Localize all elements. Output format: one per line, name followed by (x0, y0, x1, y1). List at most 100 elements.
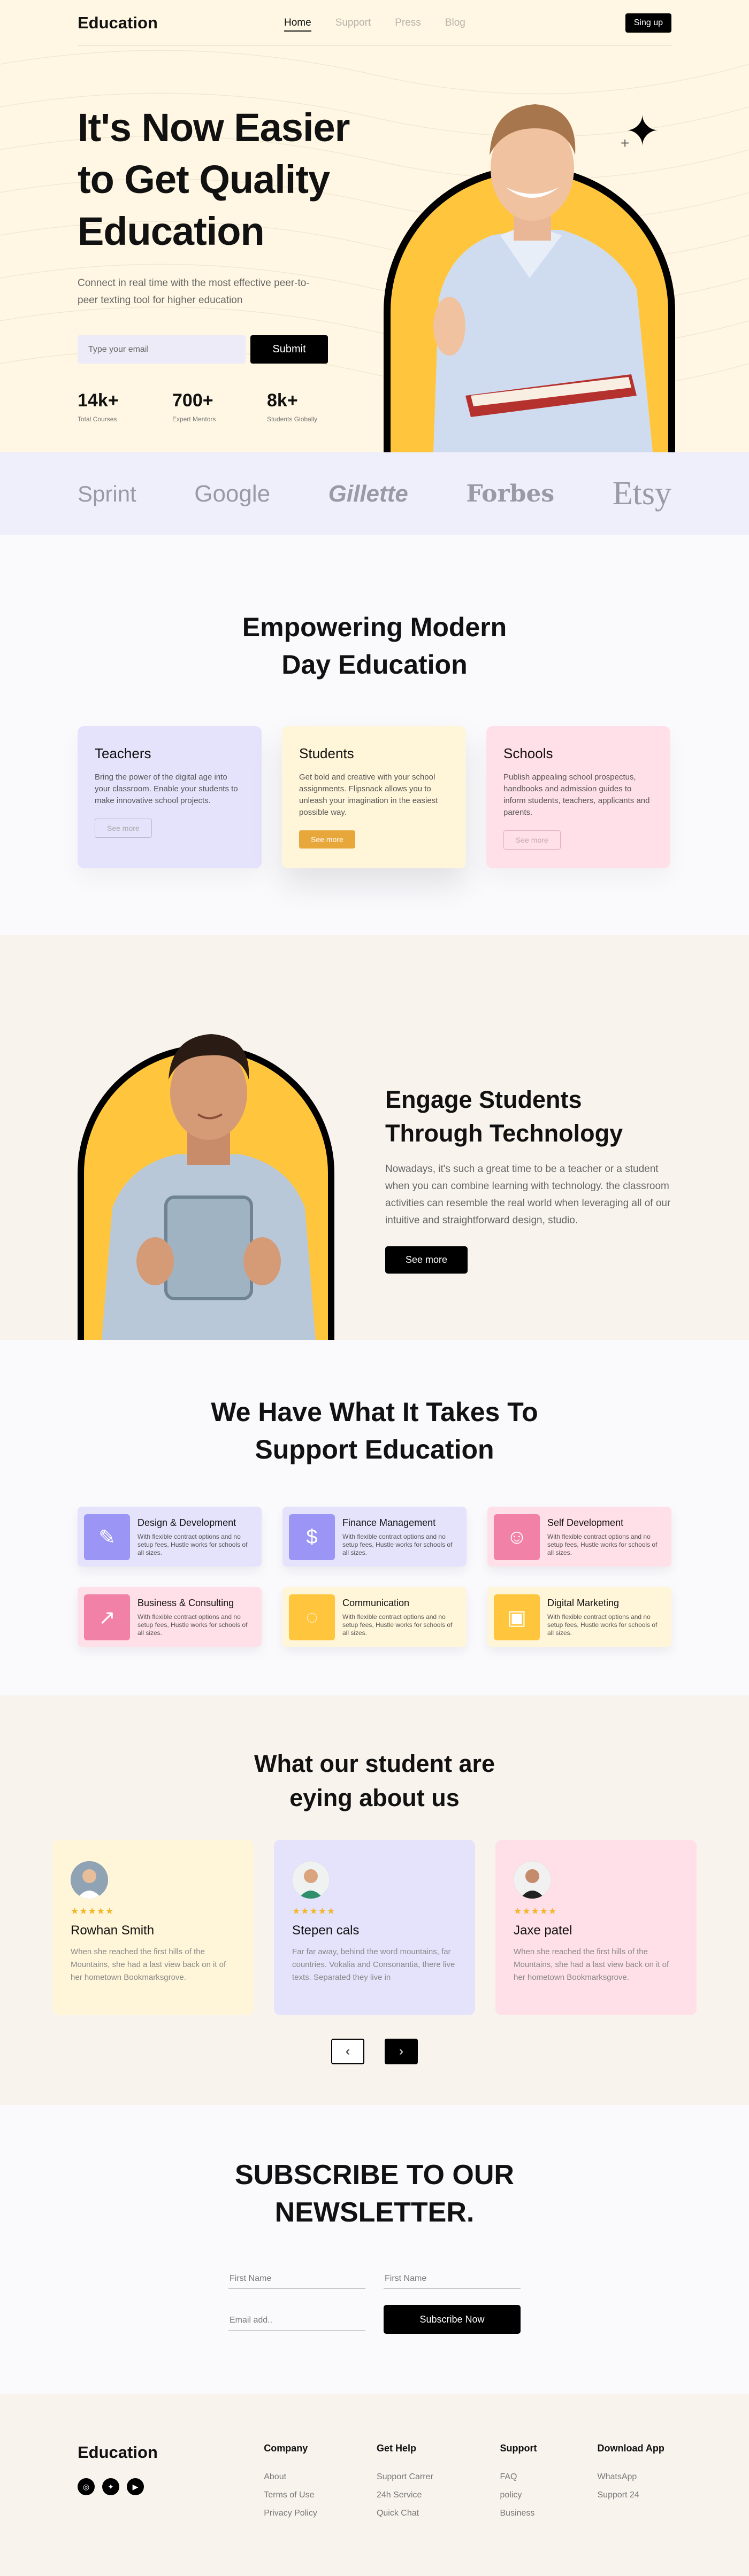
signup-button[interactable]: Sing up (625, 13, 671, 33)
nav-link-home[interactable]: Home (284, 17, 311, 32)
brands-bar: Sprint Google Gillette Forbes Etsy (0, 452, 749, 535)
nav-link-press[interactable]: Press (395, 17, 421, 32)
next-arrow-icon[interactable]: › (385, 2039, 418, 2064)
brand-etsy-logo: Etsy (612, 475, 671, 512)
footer-link[interactable]: Support 24 (598, 2490, 672, 2500)
chart-icon: ↗ (84, 1594, 130, 1640)
stat-mentors: 700+ Expert Mentors (172, 390, 267, 423)
testimonials-title: What our student are eying about us (254, 1750, 495, 1811)
footer-brand: Education ◎ ✦ ▶ (78, 2443, 264, 2527)
avatar (292, 1861, 330, 1899)
see-more-button[interactable]: See more (95, 819, 152, 838)
sparkle-icon: ✦ (625, 107, 660, 155)
footer-column-support: Support FAQ policy Business (500, 2443, 597, 2527)
engage-description: Nowadays, it's such a great time to be a… (385, 1163, 671, 1226)
rating-stars: ★★★★★ (71, 1906, 114, 1916)
stat-value: 8k+ (267, 390, 298, 411)
testimonial-text: When she reached the first hills of the … (514, 1947, 669, 1982)
nav-links: Home Support Press Blog (284, 17, 465, 32)
footer-link[interactable]: WhatsApp (598, 2472, 672, 2482)
brand-forbes-logo: Forbes (466, 480, 555, 507)
carousel-controls: ‹ › (0, 2039, 749, 2064)
footer-link[interactable]: 24h Service (377, 2490, 500, 2500)
stat-value: 700+ (172, 390, 213, 411)
empower-title: Empowering Modern Day Education (242, 612, 507, 680)
service-text: With flexible contract options and no se… (137, 1613, 248, 1637)
hero-email-input[interactable] (78, 335, 246, 364)
social-links: ◎ ✦ ▶ (78, 2478, 264, 2495)
footer-link[interactable]: Privacy Policy (264, 2509, 377, 2518)
card-title: Schools (503, 745, 553, 761)
service-title: Digital Marketing (547, 1598, 620, 1608)
engage-see-more-button[interactable]: See more (385, 1246, 468, 1274)
hero-submit-button[interactable]: Submit (250, 335, 328, 364)
footer-link[interactable]: policy (500, 2490, 597, 2500)
footer-logo[interactable]: Education (78, 2443, 264, 2462)
service-finance-management[interactable]: $ Finance Management With flexible contra… (282, 1507, 467, 1567)
service-self-development[interactable]: ☺ Self Development With flexible contract… (487, 1507, 671, 1567)
card-title: Students (299, 745, 354, 761)
see-more-button[interactable]: See more (503, 830, 561, 850)
logo[interactable]: Education (78, 13, 158, 33)
service-title: Self Development (547, 1517, 624, 1528)
top-nav: Education Home Support Press Blog Sing u… (78, 0, 671, 46)
email-input[interactable] (228, 2310, 365, 2331)
first-name-input-2[interactable] (384, 2269, 521, 2289)
see-more-button[interactable]: See more (299, 830, 355, 849)
card-teachers: Teachers Bring the power of the digital … (78, 726, 262, 868)
service-communication[interactable]: ◌ Communication With flexible contract op… (282, 1587, 467, 1647)
footer-link[interactable]: Support Carrer (377, 2472, 500, 2482)
prev-arrow-icon[interactable]: ‹ (331, 2039, 364, 2064)
footer-column-company: Company About Terms of Use Privacy Polic… (264, 2443, 377, 2527)
service-text: With flexible contract options and no se… (342, 1613, 453, 1637)
footer-link[interactable]: FAQ (500, 2472, 597, 2482)
subscribe-button[interactable]: Subscribe Now (384, 2305, 521, 2334)
marketing-icon: ▣ (494, 1594, 540, 1640)
service-title: Finance Management (342, 1517, 436, 1528)
hero-subtitle: Connect in real time with the most effec… (78, 277, 310, 306)
service-business-consulting[interactable]: ↗ Business & Consulting With flexible con… (78, 1587, 262, 1647)
youtube-icon[interactable]: ▶ (127, 2478, 144, 2495)
small-sparkle-icon: + (621, 135, 630, 151)
footer-link[interactable]: Terms of Use (264, 2490, 377, 2500)
stat-courses: 14k+ Total Courses (78, 390, 172, 423)
twitter-icon[interactable]: ✦ (102, 2478, 119, 2495)
footer-link[interactable]: Business (500, 2509, 597, 2518)
hero-stats: 14k+ Total Courses 700+ Expert Mentors 8… (78, 390, 362, 423)
testimonial-card: ★★★★★ Rowhan Smith When she reached the … (52, 1840, 254, 2015)
service-title: Communication (342, 1598, 410, 1608)
stat-label: Total Courses (78, 415, 117, 423)
engage-student-image (102, 1034, 316, 1340)
hero-title: It's Now Easier to Get Quality Education (78, 105, 350, 253)
user-icon: ☺ (494, 1514, 540, 1560)
rating-stars: ★★★★★ (292, 1906, 336, 1916)
avatar (514, 1861, 551, 1899)
nav-link-blog[interactable]: Blog (445, 17, 465, 32)
testimonial-name: Stepen cals (292, 1923, 360, 1938)
footer-link[interactable]: Quick Chat (377, 2509, 500, 2518)
first-name-input[interactable] (228, 2269, 365, 2289)
testimonial-cards: ★★★★★ Rowhan Smith When she reached the … (52, 1840, 697, 2015)
testimonial-name: Rowhan Smith (71, 1923, 155, 1938)
services-grid: ✎ Design & Development With flexible cont… (78, 1507, 671, 1647)
service-design-development[interactable]: ✎ Design & Development With flexible cont… (78, 1507, 262, 1567)
stat-label: Expert Mentors (172, 415, 216, 423)
engage-text-block: Engage Students Through Technology Nowad… (385, 1083, 674, 1274)
service-title: Design & Development (137, 1517, 236, 1528)
footer-column-title: Company (264, 2443, 308, 2454)
instagram-icon[interactable]: ◎ (78, 2478, 95, 2495)
footer: Education ◎ ✦ ▶ Company About Terms of U… (0, 2394, 749, 2576)
service-digital-marketing[interactable]: ▣ Digital Marketing With flexible contrac… (487, 1587, 671, 1647)
testimonial-text: Far far away, behind the word mountains,… (292, 1947, 455, 1982)
footer-link[interactable]: About (264, 2472, 377, 2482)
nav-link-support[interactable]: Support (335, 17, 371, 32)
engage-section: Engage Students Through Technology Nowad… (0, 935, 749, 1340)
stat-students: 8k+ Students Globally (267, 390, 362, 423)
footer-column-get-help: Get Help Support Carrer 24h Service Quic… (377, 2443, 500, 2527)
services-title: We Have What It Takes To Support Educati… (211, 1397, 538, 1464)
brand-sprint-logo: Sprint (78, 481, 136, 506)
services-section: We Have What It Takes To Support Educati… (0, 1340, 749, 1695)
testimonial-text: When she reached the first hills of the … (71, 1947, 226, 1982)
card-text: Get bold and creative with your school a… (299, 773, 438, 817)
newsletter-title: SUBSCRIBE TO OUR NEWSLETTER. (235, 2159, 514, 2228)
